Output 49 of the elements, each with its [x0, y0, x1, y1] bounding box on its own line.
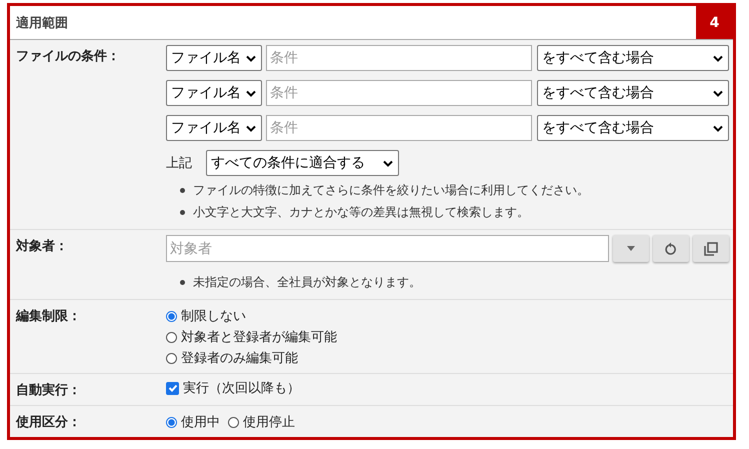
- dropdown[interactable]: ファイル名: [166, 80, 262, 106]
- field-label: ファイルの条件：: [15, 48, 121, 66]
- panel-title: 適用範囲: [15, 14, 68, 32]
- input-field[interactable]: 条件: [266, 80, 532, 106]
- chevron-icon: [246, 124, 256, 132]
- option-label: 対象者と登録者が編集可能: [181, 329, 337, 346]
- field-label: 対象者：: [14, 238, 69, 256]
- number-badge: 4: [696, 6, 733, 39]
- dropdown[interactable]: ファイル名: [166, 45, 262, 71]
- input-field[interactable]: 条件: [266, 115, 532, 141]
- bullet-icon: [180, 210, 185, 214]
- chevron-icon: [713, 90, 723, 96]
- bullet-icon: [180, 188, 185, 192]
- field-label: 自動実行：: [15, 382, 82, 399]
- caret-down-icon: [627, 246, 635, 251]
- option-label: 使用停止: [243, 414, 295, 431]
- reset-button[interactable]: [653, 235, 689, 262]
- chevron-icon: [246, 54, 256, 62]
- radio-button[interactable]: [166, 352, 177, 364]
- note: ファイルの特徴に加えてさらに条件を絞りたい場合に利用してください。: [193, 182, 589, 198]
- radio-button[interactable]: [166, 416, 177, 428]
- copy-icon: [704, 242, 718, 256]
- chevron-icon: [383, 160, 393, 166]
- chevron-icon: [246, 90, 256, 96]
- dropdown[interactable]: をすべて含む場合: [537, 115, 729, 141]
- radio-button[interactable]: [166, 332, 177, 342]
- dropdown[interactable]: をすべて含む場合: [537, 45, 729, 71]
- radio-button[interactable]: [228, 416, 239, 428]
- bullet-icon: [180, 280, 185, 284]
- checkbox[interactable]: [166, 382, 179, 394]
- dropdown[interactable]: ファイル名: [166, 115, 262, 141]
- option-label: 登録者のみ編集可能: [181, 350, 298, 367]
- input-field[interactable]: 対象者: [166, 235, 609, 262]
- field-label: 使用区分：: [14, 414, 82, 431]
- radio-button[interactable]: [166, 310, 177, 322]
- note: 未指定の場合、全社員が対象となります。: [193, 274, 421, 290]
- copy-button[interactable]: [693, 235, 729, 262]
- option-label: 使用中: [181, 414, 220, 431]
- combine-label: 上記: [166, 155, 192, 172]
- dropdown[interactable]: すべての条件に適合する: [206, 150, 399, 176]
- dropdown[interactable]: をすべて含む場合: [537, 80, 729, 106]
- option-label: 実行（次回以降も）: [183, 380, 300, 397]
- input-field[interactable]: 条件: [266, 45, 532, 71]
- chevron-icon: [713, 54, 723, 62]
- note: 小文字と大文字、カナとかな等の差異は無視して検索します。: [193, 204, 529, 220]
- chevron-icon: [713, 124, 723, 132]
- refresh-icon: [665, 242, 677, 255]
- option-label: 制限しない: [181, 308, 246, 325]
- field-label: 編集制限：: [14, 308, 82, 326]
